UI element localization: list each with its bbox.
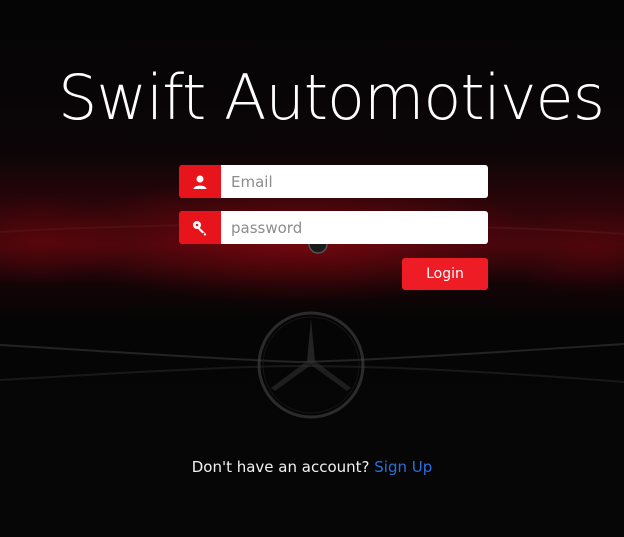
signup-link[interactable]: Sign Up <box>374 458 432 476</box>
email-field-group <box>179 165 488 198</box>
user-icon <box>179 165 221 198</box>
password-input[interactable] <box>221 211 488 244</box>
password-field-group <box>179 211 488 244</box>
email-input[interactable] <box>221 165 488 198</box>
signup-prompt-text: Don't have an account? <box>191 458 370 476</box>
login-button[interactable]: Login <box>402 258 488 290</box>
key-icon <box>179 211 221 244</box>
signup-prompt: Don't have an account? Sign Up <box>0 458 624 476</box>
page-title: Swift Automotives <box>58 61 605 134</box>
